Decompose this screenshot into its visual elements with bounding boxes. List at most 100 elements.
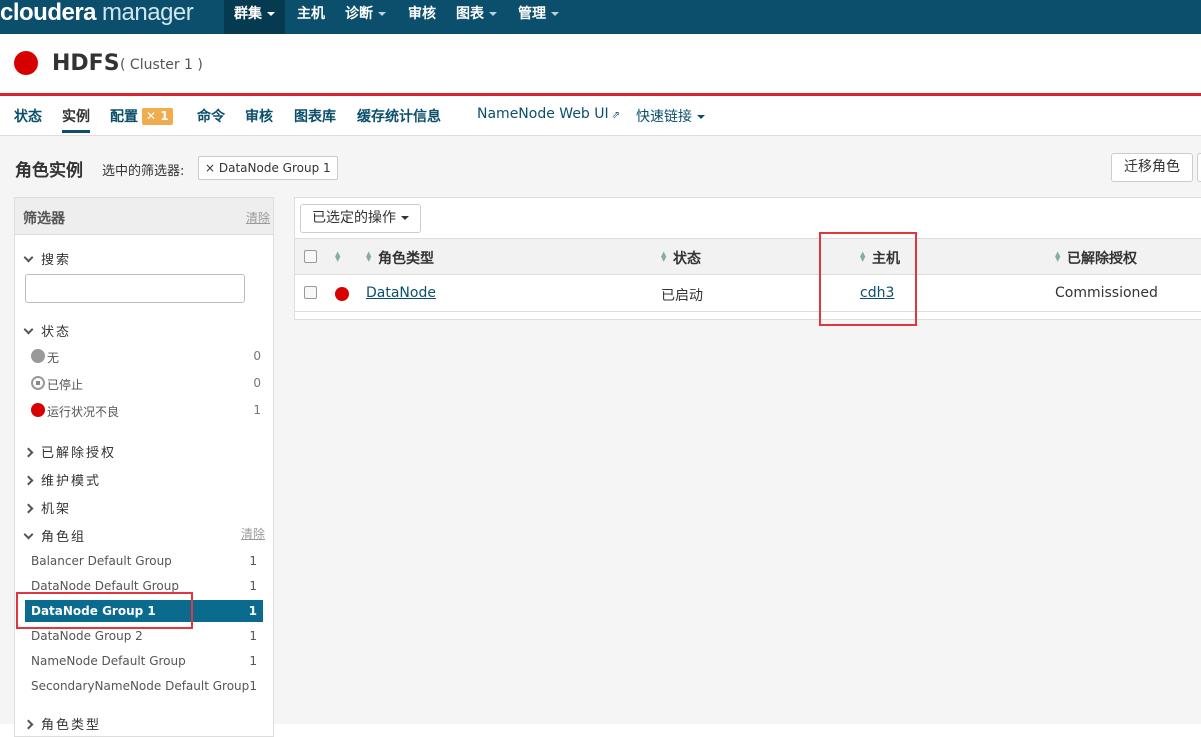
role-group-label: Balancer Default Group (31, 554, 172, 568)
nav-admin-menu[interactable]: 管理 (508, 0, 569, 34)
table-header: ▲ ▼ ▲ ▼ 角色类型 ▲ ▼ 状态 ▲ ▼ 主机 ▲ ▼ 已解除授权 (295, 238, 1201, 275)
nav-clusters-label: 群集 (234, 6, 262, 22)
status-none-icon (31, 349, 45, 363)
clear-all-filters-link[interactable]: 清除 (246, 209, 270, 226)
chevron-right-icon (23, 447, 34, 458)
role-group-item[interactable]: SecondaryNameNode Default Group 1 (25, 675, 263, 697)
service-tabs: 状态 实例 配置 ✕ 1 命令 审核 图表库 缓存统计信息 NameNode We… (0, 96, 1201, 136)
role-group-count: 1 (249, 654, 257, 668)
nav-diagnostics-label: 诊断 (345, 6, 373, 22)
chevron-down-icon (551, 12, 559, 16)
status-count: 1 (253, 403, 261, 417)
clear-role-group-link[interactable]: 清除 (241, 525, 265, 542)
service-cluster-link[interactable]: ( Cluster 1 ) (120, 57, 203, 73)
namenode-ui-label: NameNode Web UI (477, 106, 609, 122)
facet-status-label: 状态 (41, 325, 72, 340)
tab-charts-library[interactable]: 图表库 (294, 106, 336, 126)
role-group-label: DataNode Default Group (31, 579, 179, 593)
status-label: 已停止 (47, 378, 84, 392)
role-group-item[interactable]: NameNode Default Group 1 (25, 650, 263, 672)
facet-search-label: 搜索 (41, 253, 72, 268)
sort-icon: ▲ ▼ (366, 250, 372, 263)
chevron-right-icon (23, 719, 34, 730)
status-filter-none[interactable]: 无 0 (31, 346, 265, 366)
role-group-item[interactable]: Balancer Default Group 1 (25, 550, 263, 572)
selected-filters-label: 选中的筛选器: (102, 164, 185, 179)
role-group-label: DataNode Group 2 (31, 629, 143, 643)
facet-decommissioned-toggle[interactable]: 已解除授权 (23, 442, 117, 461)
column-header-role-type[interactable]: ▲ ▼ 角色类型 (366, 248, 434, 268)
tab-status[interactable]: 状态 (14, 106, 42, 126)
top-navbar: cloudera manager 群集 主机 诊断 审核 图表 管理 (0, 0, 1201, 34)
search-input[interactable] (25, 274, 245, 303)
chevron-down-icon (267, 12, 275, 16)
more-actions-button[interactable] (1197, 153, 1201, 182)
tab-audits[interactable]: 审核 (245, 106, 273, 126)
column-header-status[interactable]: ▲ ▼ 状态 (661, 248, 701, 268)
facet-rack-toggle[interactable]: 机架 (23, 498, 72, 517)
filter-chip-datanode-group-1[interactable]: × DataNode Group 1 (198, 156, 338, 180)
role-group-count: 1 (249, 629, 257, 643)
highlight-box-role-group (16, 592, 193, 629)
brand-sub: manager (102, 0, 194, 26)
table-row: DataNode 已启动 cdh3 Commissioned (295, 275, 1201, 312)
row-select-checkbox[interactable] (304, 286, 317, 299)
role-group-count: 1 (249, 579, 257, 593)
service-header: HDFS ( Cluster 1 ) (0, 34, 1201, 96)
chevron-down-icon (23, 529, 34, 540)
nav-diagnostics-menu[interactable]: 诊断 (335, 0, 396, 34)
facet-role-type-label: 角色类型 (41, 718, 102, 733)
tab-configuration[interactable]: 配置 ✕ 1 (110, 106, 173, 126)
chevron-right-icon (23, 503, 34, 514)
nav-clusters-menu[interactable]: 群集 (224, 0, 285, 34)
role-type-link[interactable]: DataNode (366, 285, 436, 301)
status-filter-bad-health[interactable]: 运行状况不良 1 (31, 400, 265, 420)
status-count: 0 (253, 349, 261, 363)
status-filter-stopped[interactable]: 已停止 0 (31, 373, 265, 393)
nav-charts-menu[interactable]: 图表 (446, 0, 507, 34)
column-label: 状态 (673, 251, 701, 267)
sort-icon: ▲ ▼ (1055, 250, 1061, 263)
facet-status-toggle[interactable]: 状态 (23, 321, 72, 340)
select-all-checkbox[interactable] (304, 250, 317, 263)
tab-instances[interactable]: 实例 (62, 106, 90, 133)
status-count: 0 (253, 376, 261, 390)
column-header-decommissioned[interactable]: ▲ ▼ 已解除授权 (1055, 248, 1137, 268)
nav-admin-label: 管理 (518, 6, 546, 22)
chevron-down-icon (23, 324, 34, 335)
role-group-label: NameNode Default Group (31, 654, 186, 668)
cloudera-manager-logo[interactable]: cloudera manager (0, 0, 194, 30)
nav-hosts-label: 主机 (297, 6, 325, 22)
selected-actions-dropdown[interactable]: 已选定的操作 (300, 204, 421, 233)
column-label: 角色类型 (378, 251, 434, 267)
sort-icon[interactable]: ▲ ▼ (335, 251, 342, 263)
migrate-roles-button[interactable]: 迁移角色 (1111, 153, 1193, 182)
quick-links-label: 快速链接 (636, 109, 692, 125)
tab-namenode-web-ui[interactable]: NameNode Web UI ⇗ (477, 106, 620, 122)
facet-role-group-toggle[interactable]: 角色组 (23, 526, 87, 545)
wrench-icon: ✕ (146, 109, 157, 123)
status-stopped-icon (31, 376, 45, 390)
facet-role-group-label: 角色组 (41, 530, 87, 545)
facet-rack-label: 机架 (41, 502, 72, 517)
filters-sidebar: 筛选器 清除 搜索 状态 无 0 已停止 0 运行状况不良 1 已解除授权 维护… (14, 197, 274, 737)
role-group-count: 1 (249, 554, 257, 568)
tab-quick-links[interactable]: 快速链接 (636, 106, 705, 126)
service-health-status-icon (14, 51, 38, 75)
service-title: HDFS (52, 51, 120, 76)
tab-cache-statistics[interactable]: 缓存统计信息 (357, 106, 441, 126)
page-title: 角色实例 (15, 161, 83, 181)
nav-audits-menu[interactable]: 审核 (398, 0, 446, 34)
tab-commands[interactable]: 命令 (197, 106, 225, 126)
sort-icon: ▲ ▼ (661, 250, 667, 263)
nav-hosts-menu[interactable]: 主机 (287, 0, 335, 34)
chevron-down-icon (489, 12, 497, 16)
facet-search-toggle[interactable]: 搜索 (23, 249, 72, 268)
facet-maintenance-toggle[interactable]: 维护模式 (23, 470, 101, 489)
tab-config-label: 配置 (110, 109, 138, 125)
config-issues-badge: ✕ 1 (142, 108, 173, 125)
chevron-down-icon (401, 216, 409, 220)
decommission-state-value: Commissioned (1055, 285, 1158, 301)
facet-decommissioned-label: 已解除授权 (41, 446, 117, 461)
sidebar-header: 筛选器 清除 (15, 198, 273, 235)
